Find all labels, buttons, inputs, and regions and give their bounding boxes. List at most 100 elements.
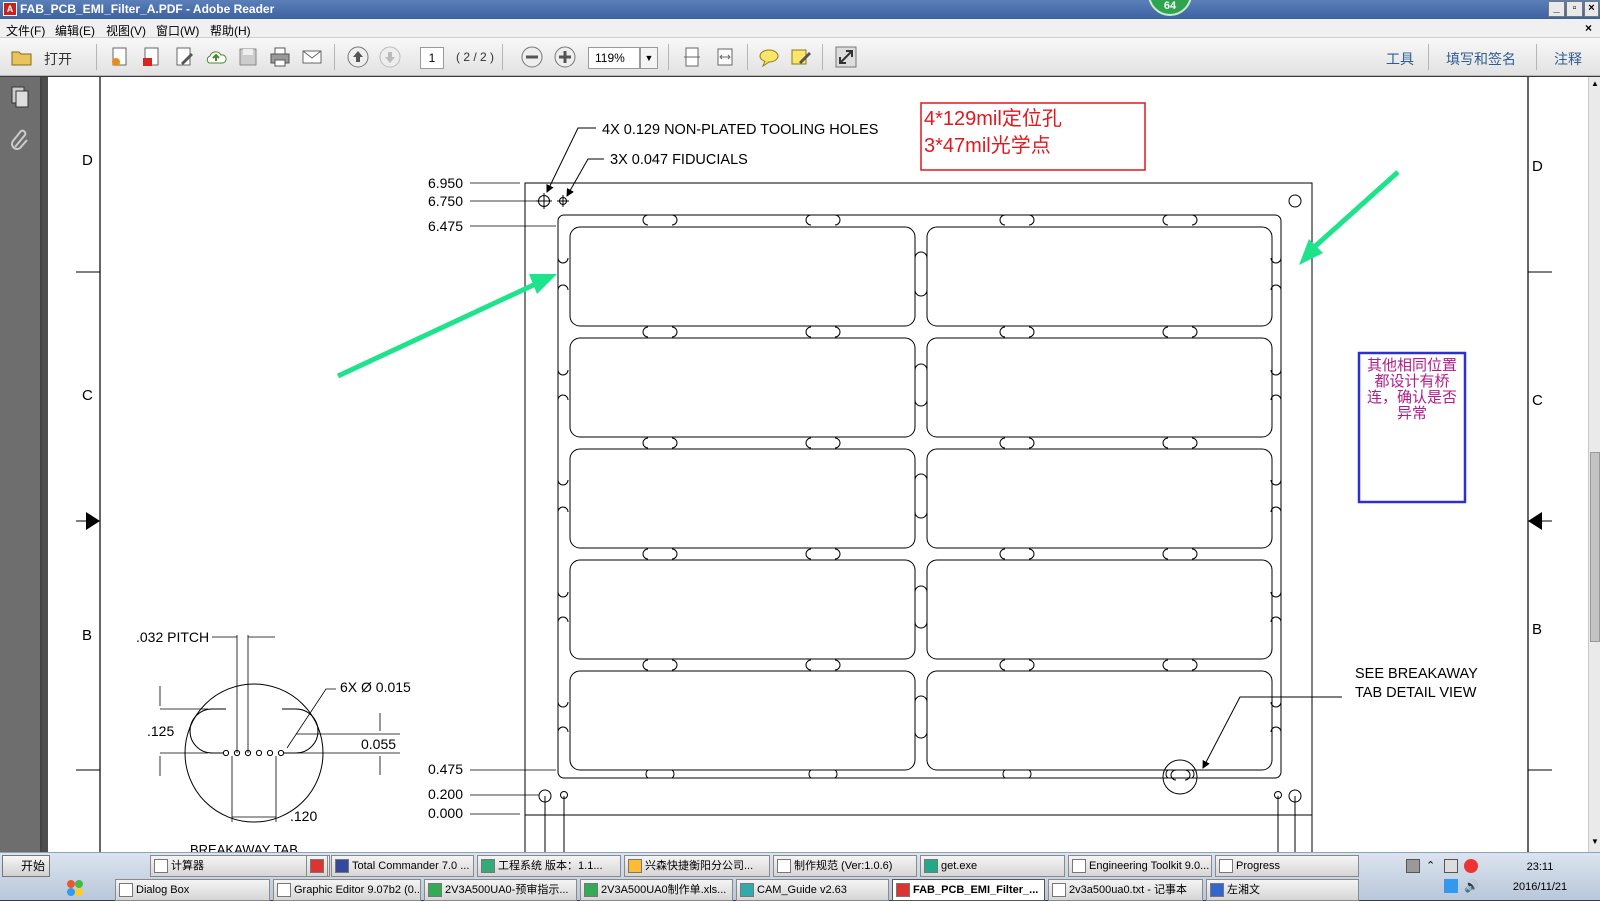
taskbar: 开始 计算器 Total Commander 7.0 ... 工程系统 版本：1… xyxy=(0,852,1600,901)
system-tray[interactable]: ⌃ 🔊 xyxy=(1404,857,1494,897)
comment-link[interactable]: 注释 xyxy=(1554,49,1582,69)
task-engineering-toolkit[interactable]: Engineering Toolkit 9.0... xyxy=(1068,855,1212,877)
save-icon[interactable] xyxy=(236,45,260,69)
task-graphic-editor[interactable]: Graphic Editor 9.07b2 (0... xyxy=(273,879,421,901)
red-note-line-2: 3*47mil光学点 xyxy=(924,134,1051,157)
print-icon[interactable] xyxy=(268,45,292,69)
scroll-up-icon[interactable]: ▲ xyxy=(1590,79,1600,91)
task-total-commander[interactable]: Total Commander 7.0 ... xyxy=(331,855,474,877)
keyboard-icon xyxy=(1406,859,1420,873)
zoom-level-input[interactable]: 119% xyxy=(588,47,640,69)
scroll-down-icon[interactable]: ▼ xyxy=(1590,837,1600,849)
task-dialog-box[interactable]: Dialog Box xyxy=(115,879,270,901)
pitch-label: .032 PITCH xyxy=(136,629,209,645)
email-icon[interactable] xyxy=(300,45,324,69)
next-page-icon[interactable] xyxy=(378,45,402,69)
dim-055-label: 0.055 xyxy=(361,736,396,752)
pdf-icon xyxy=(896,883,910,897)
start-button[interactable]: 开始 xyxy=(2,855,50,877)
cloud-upload-icon[interactable] xyxy=(204,45,228,69)
progress-icon xyxy=(1219,859,1233,873)
page-thumbnails-icon[interactable] xyxy=(9,85,31,109)
highlight-icon[interactable] xyxy=(789,45,813,69)
fiducials-callout: 3X 0.047 FIDUCIALS xyxy=(610,152,748,168)
zoom-in-icon[interactable] xyxy=(553,45,577,69)
menu-help[interactable]: 帮助(H) xyxy=(210,22,251,39)
open-folder-icon[interactable] xyxy=(10,45,34,69)
task-company[interactable]: 兴森快捷衡阳分公司... xyxy=(624,855,770,877)
chevron-up-icon: ⌃ xyxy=(1426,860,1436,872)
pdf-page: D C B D C B 6.950 6.750 6.475 0.475 0.20… xyxy=(48,77,1588,857)
previous-page-icon[interactable] xyxy=(346,45,370,69)
title-bar: A FAB_PCB_EMI_Filter_A.PDF - Adobe Reade… xyxy=(0,0,1600,19)
export-pdf-icon[interactable] xyxy=(140,45,164,69)
app-icon xyxy=(310,859,324,873)
comment-icon[interactable] xyxy=(757,45,781,69)
fiducials xyxy=(557,195,1282,799)
floppy-icon xyxy=(335,859,349,873)
tooling-holes xyxy=(536,193,1302,803)
clock-date: 2016/11/21 xyxy=(1512,881,1568,893)
scroll-thumb[interactable] xyxy=(1590,452,1600,642)
edit-pdf-icon[interactable] xyxy=(172,45,196,69)
zoom-out-icon[interactable] xyxy=(520,45,544,69)
editor-icon xyxy=(277,883,291,897)
maximize-button[interactable]: ▫ xyxy=(1566,1,1583,17)
minimize-button[interactable]: _ xyxy=(1548,1,1565,17)
menu-window[interactable]: 窗口(W) xyxy=(156,22,199,39)
engineering-icon xyxy=(481,859,495,873)
clock-time: 23:11 xyxy=(1526,861,1554,873)
zone-letter-left: C xyxy=(82,387,93,404)
dim-0200: 0.200 xyxy=(428,786,463,802)
red-note-line-1: 4*129mil定位孔 xyxy=(924,107,1062,130)
flag-icon xyxy=(1444,879,1458,893)
dim-0000: 0.000 xyxy=(428,805,463,821)
green-arrow-left xyxy=(336,279,542,379)
task-review-doc[interactable]: 2V3A500UA0-预审指示... xyxy=(424,879,577,901)
network-icon xyxy=(1444,859,1458,873)
attachment-icon[interactable] xyxy=(9,129,31,153)
menu-edit[interactable]: 编辑(E) xyxy=(55,22,95,39)
vertical-scrollbar[interactable]: ▲ ▼ xyxy=(1588,77,1600,852)
close-button[interactable]: × xyxy=(1584,1,1599,17)
task-app-icon[interactable] xyxy=(306,855,328,877)
page-number-input[interactable]: 1 xyxy=(420,47,444,69)
menu-view[interactable]: 视图(V) xyxy=(106,22,146,39)
volume-icon: 🔊 xyxy=(1464,879,1479,893)
task-engineering-system[interactable]: 工程系统 版本：1.1... xyxy=(477,855,621,877)
tools-link[interactable]: 工具 xyxy=(1386,49,1414,69)
dim-0475: 0.475 xyxy=(428,761,463,777)
dim-6475: 6.475 xyxy=(428,218,463,234)
dialog-icon xyxy=(119,883,133,897)
task-progress[interactable]: Progress xyxy=(1215,855,1359,877)
create-pdf-icon[interactable] xyxy=(108,45,132,69)
excel-icon xyxy=(584,883,598,897)
task-cam-guide[interactable]: CAM_Guide v2.63 xyxy=(736,879,889,901)
fullscreen-icon[interactable] xyxy=(834,45,858,69)
open-button[interactable]: 打开 xyxy=(44,49,72,69)
menu-file[interactable]: 文件(F) xyxy=(6,22,45,39)
zoom-dropdown-icon[interactable]: ▼ xyxy=(640,47,658,69)
breakaway-note-line-2: TAB DETAIL VIEW xyxy=(1355,685,1477,701)
calculator-icon xyxy=(154,859,168,873)
page-count: ( 2 / 2 ) xyxy=(456,50,495,64)
task-xls[interactable]: 2V3A500UA0制作单.xls... xyxy=(580,879,733,901)
breakaway-tabs xyxy=(557,214,1282,779)
clock[interactable]: 23:11 2016/11/21 xyxy=(1500,857,1580,897)
zone-letter-left: B xyxy=(82,627,92,644)
task-user[interactable]: 左湘文 xyxy=(1206,879,1359,901)
task-get-exe[interactable]: get.exe xyxy=(920,855,1065,877)
y-dimensions: 6.950 6.750 6.475 0.475 0.200 0.000 xyxy=(428,175,463,821)
security-icon xyxy=(1464,859,1478,873)
close-document-icon[interactable]: × xyxy=(1585,21,1592,35)
dim-6950: 6.950 xyxy=(428,175,463,191)
fit-width-icon[interactable] xyxy=(713,45,737,69)
windows-flag-icon[interactable] xyxy=(66,879,84,897)
fit-page-icon[interactable] xyxy=(680,45,704,69)
task-notepad[interactable]: 2v3a500ua0.txt - 记事本 xyxy=(1048,879,1203,901)
task-spec[interactable]: 制作规范 (Ver:1.0.6) xyxy=(773,855,917,877)
fill-sign-link[interactable]: 填写和签名 xyxy=(1446,49,1516,69)
dim-6750: 6.750 xyxy=(428,193,463,209)
task-adobe-reader[interactable]: FAB_PCB_EMI_Filter_... xyxy=(892,879,1045,901)
task-calculator[interactable]: 计算器 xyxy=(150,855,330,877)
